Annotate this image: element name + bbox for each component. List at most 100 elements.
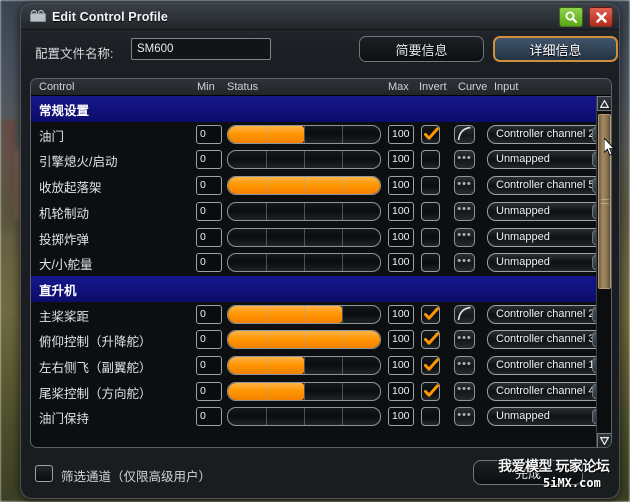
max-value-input[interactable]: 100 — [388, 304, 414, 324]
scrollbar-track[interactable] — [597, 112, 611, 432]
max-value-input[interactable]: 100 — [388, 381, 414, 401]
filter-channels-label: 筛选通道（仅限高级用户） — [61, 470, 212, 484]
input-dropdown[interactable]: Controller channel 4 — [487, 381, 611, 401]
status-bar-tick — [342, 382, 343, 400]
window-title: Edit Control Profile — [52, 9, 168, 24]
max-value-input[interactable]: 100 — [388, 253, 414, 273]
status-bar-tick — [304, 305, 305, 323]
input-dropdown[interactable]: Unmapped — [487, 150, 611, 170]
curve-dots-icon[interactable]: ••• — [454, 407, 475, 427]
invert-checkbox[interactable] — [421, 381, 440, 401]
curve-dots-icon[interactable]: ••• — [454, 356, 475, 375]
min-value-input[interactable]: 0 — [196, 150, 222, 170]
curve-dots-icon[interactable]: ••• — [454, 381, 475, 401]
status-bar — [227, 304, 381, 324]
watermark-forum-name: 我爱模型 玩家论坛 — [498, 458, 610, 474]
status-bar-tick — [266, 228, 267, 246]
status-bar-tick — [342, 151, 343, 169]
min-value-input[interactable]: 0 — [196, 304, 222, 324]
invert-checkbox[interactable] — [421, 201, 440, 221]
curve-dots-icon[interactable]: ••• — [454, 201, 475, 221]
table-row: 引擎熄火/启动 0 100 ••• Unmapped — [31, 147, 611, 173]
invert-checkbox[interactable] — [421, 124, 440, 144]
invert-checkbox[interactable] — [421, 356, 440, 375]
status-bar-tick — [266, 151, 267, 169]
vertical-scrollbar[interactable] — [596, 96, 611, 447]
input-dropdown[interactable]: Controller channel 3 — [487, 330, 611, 350]
input-dropdown[interactable]: Unmapped — [487, 253, 611, 273]
status-bar-tick — [266, 305, 267, 323]
status-bar — [227, 253, 381, 273]
invert-checkbox[interactable] — [421, 150, 440, 170]
control-name: 大/小舵量 — [39, 258, 93, 273]
zoom-icon[interactable] — [559, 7, 583, 27]
status-bar-tick — [304, 202, 305, 220]
curve-graph-icon[interactable] — [454, 304, 475, 324]
watermark-site-url: 5iMX.com — [543, 476, 601, 490]
input-dropdown[interactable]: Controller channel 2 — [487, 124, 611, 144]
min-value-input[interactable]: 0 — [196, 176, 222, 196]
invert-checkbox[interactable] — [421, 176, 440, 196]
status-bar-tick — [342, 125, 343, 143]
header-curve: Curve — [458, 81, 488, 93]
max-value-input[interactable]: 100 — [388, 356, 414, 375]
input-dropdown[interactable]: Unmapped — [487, 227, 611, 247]
filter-channels-checkbox[interactable] — [35, 465, 53, 482]
close-icon[interactable] — [589, 7, 613, 27]
input-dropdown[interactable]: Unmapped — [487, 201, 611, 221]
curve-dots-icon[interactable]: ••• — [454, 330, 475, 350]
max-value-input[interactable]: 100 — [388, 124, 414, 144]
profile-name-label: 配置文件名称: — [35, 47, 114, 61]
max-value-input[interactable]: 100 — [388, 227, 414, 247]
curve-dots-icon[interactable]: ••• — [454, 176, 475, 196]
edit-control-profile-dialog: Edit Control Profile 配置文件名称: SM600 简要信息 … — [20, 3, 620, 499]
curve-dots-icon[interactable]: ••• — [454, 150, 475, 170]
min-value-input[interactable]: 0 — [196, 381, 222, 401]
input-dropdown-value: Unmapped — [496, 256, 550, 269]
min-value-input[interactable]: 0 — [196, 253, 222, 273]
input-dropdown[interactable]: Controller channel 5 — [487, 176, 611, 196]
min-value-input[interactable]: 0 — [196, 356, 222, 375]
invert-checkbox[interactable] — [421, 253, 440, 273]
ellipsis-icon: ••• — [457, 254, 472, 267]
min-value-input[interactable]: 0 — [196, 201, 222, 221]
status-bar-tick — [342, 331, 343, 349]
tab-detailed-info[interactable]: 详细信息 — [493, 36, 618, 62]
curve-dots-icon[interactable]: ••• — [454, 253, 475, 273]
status-bar — [227, 381, 381, 401]
control-name: 俯仰控制（升降舵） — [39, 335, 152, 350]
control-name: 主桨桨距 — [39, 309, 90, 324]
max-value-input[interactable]: 100 — [388, 407, 414, 427]
table-row: 油门保持 0 100 ••• Unmapped — [31, 404, 611, 430]
input-dropdown[interactable]: Unmapped — [487, 407, 611, 427]
status-bar-tick — [304, 408, 305, 426]
status-bar-tick — [266, 125, 267, 143]
status-bar-tick — [266, 177, 267, 195]
ellipsis-icon: ••• — [457, 408, 472, 421]
status-bar-tick — [342, 228, 343, 246]
profile-name-input[interactable]: SM600 — [131, 38, 271, 60]
min-value-input[interactable]: 0 — [196, 227, 222, 247]
min-value-input[interactable]: 0 — [196, 407, 222, 427]
max-value-input[interactable]: 100 — [388, 176, 414, 196]
invert-checkbox[interactable] — [421, 227, 440, 247]
checkmark-icon — [424, 358, 439, 371]
curve-graph-icon[interactable] — [454, 124, 475, 144]
checkmark-icon — [424, 306, 439, 320]
tab-summary-info[interactable]: 简要信息 — [359, 36, 484, 62]
min-value-input[interactable]: 0 — [196, 124, 222, 144]
max-value-input[interactable]: 100 — [388, 150, 414, 170]
table-row: 机轮制动 0 100 ••• Unmapped — [31, 199, 611, 225]
max-value-input[interactable]: 100 — [388, 330, 414, 350]
input-dropdown[interactable]: Controller channel 1 — [487, 356, 611, 375]
scroll-down-icon[interactable] — [597, 433, 611, 447]
invert-checkbox[interactable] — [421, 304, 440, 324]
min-value-input[interactable]: 0 — [196, 330, 222, 350]
invert-checkbox[interactable] — [421, 330, 440, 350]
curve-dots-icon[interactable]: ••• — [454, 227, 475, 247]
input-dropdown[interactable]: Controller channel 2 — [487, 304, 611, 324]
max-value-input[interactable]: 100 — [388, 201, 414, 221]
scroll-up-icon[interactable] — [597, 96, 611, 111]
scrollbar-thumb[interactable] — [598, 114, 611, 289]
invert-checkbox[interactable] — [421, 407, 440, 427]
